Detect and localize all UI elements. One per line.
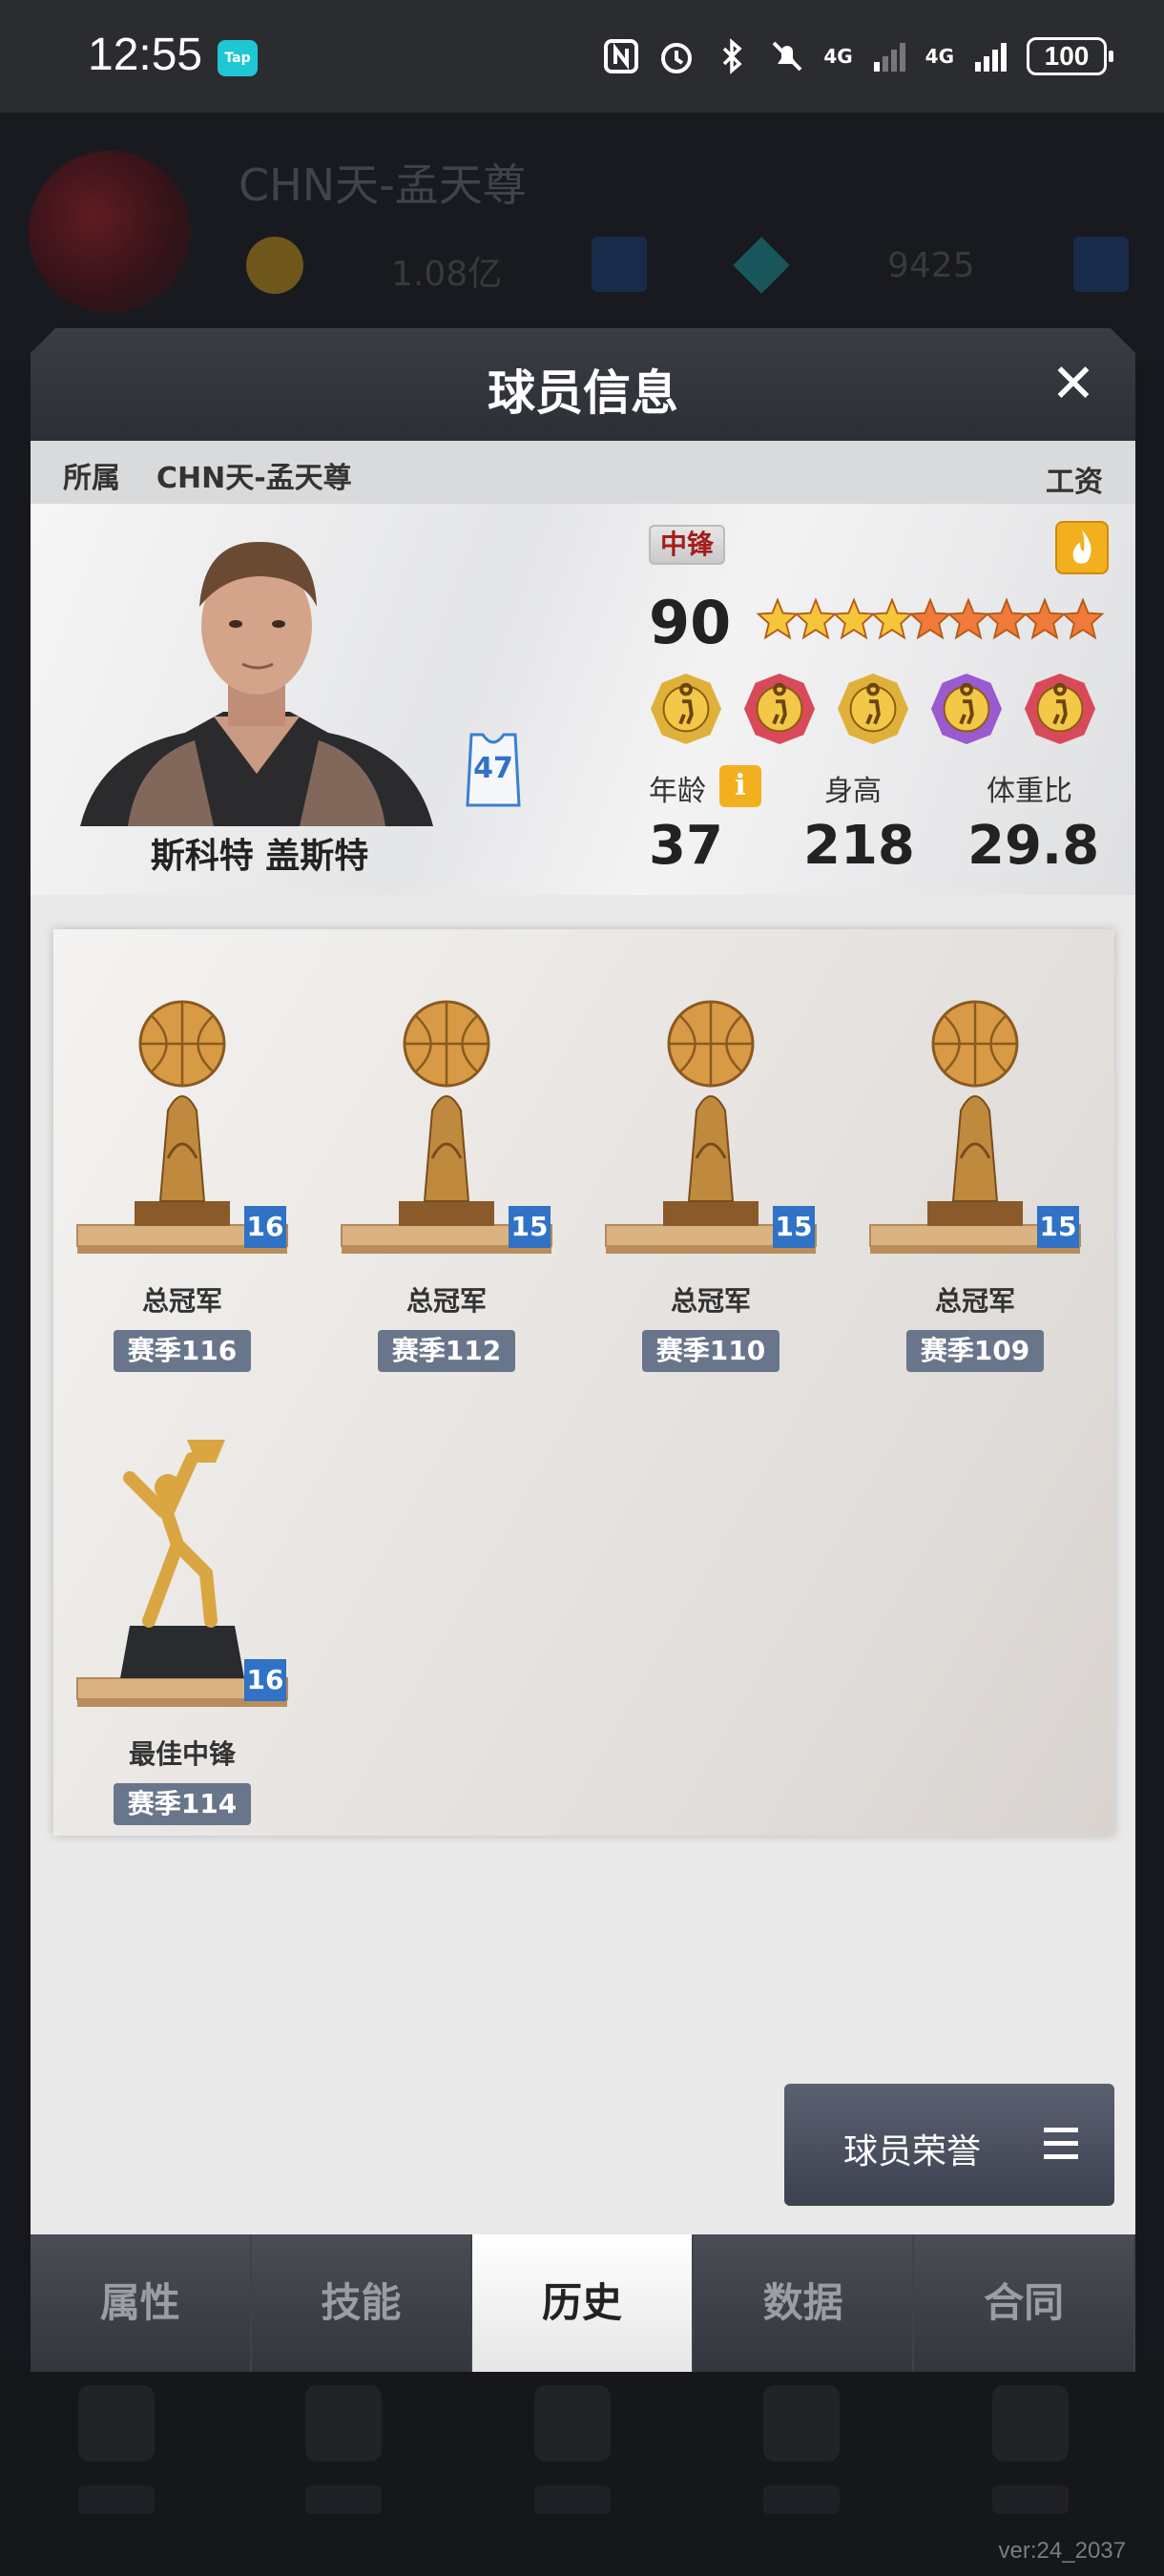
bg-nav-icon [992, 2385, 1069, 2462]
alarm-icon [661, 43, 693, 73]
bg-nav-label [305, 2485, 382, 2514]
trophy-season-tag: 赛季109 [906, 1330, 1044, 1372]
bg-nav-icon [78, 2385, 155, 2462]
trophy-title: 总冠军 [405, 1285, 487, 1317]
background-bottom-nav [0, 2366, 1164, 2576]
menu-icon [1044, 2128, 1078, 2160]
tap-app-icon: Tap [218, 40, 258, 76]
position-badge: 中锋 [649, 525, 726, 565]
trophy-title: 总冠军 [141, 1285, 222, 1317]
player-card: 斯科特 盖斯特 47 中锋 90 年龄 i 身高 体重比 37 218 29.8 [31, 504, 1135, 895]
overall-rating: 90 [649, 588, 732, 657]
player-honors-button[interactable]: 球员荣誉 [784, 2084, 1114, 2206]
background-team-name: CHN天-孟天尊 [239, 159, 527, 211]
skill-strength-icon[interactable] [929, 672, 1004, 746]
nfc-icon [604, 39, 639, 73]
status-icons: 4G 4G 100 [602, 32, 1113, 80]
skill-shoot-icon[interactable] [1023, 672, 1097, 746]
signal-weak-icon [873, 43, 905, 72]
bg-nav-icon [305, 2385, 382, 2462]
salary-label[interactable]: 工资 [1046, 458, 1103, 500]
owner-team: CHN天-孟天尊 [156, 462, 352, 495]
status-time: 12:55 [88, 30, 203, 80]
coin-value: 1.08亿 [391, 255, 503, 294]
trophy-item[interactable]: 15 总冠军赛季112 [337, 967, 556, 1387]
bluetooth-icon [723, 38, 742, 74]
jersey-number: 47 [473, 752, 513, 785]
network-4g-label-2: 4G [925, 45, 954, 68]
trophy-item[interactable]: 16 最佳中锋赛季114 [73, 1421, 292, 1840]
age-label: 年龄 [649, 775, 706, 808]
gem-icon [733, 237, 790, 294]
player-name: 斯科特 盖斯特 [150, 837, 369, 876]
trophy-season-tag: 赛季110 [642, 1330, 779, 1372]
trophy-season-tag: 赛季112 [378, 1330, 515, 1372]
skill-icons-row [649, 672, 1097, 746]
add-coin-button [592, 237, 647, 292]
tab-contract[interactable]: 合同 [914, 2234, 1135, 2372]
trophy-item[interactable]: 15 总冠军赛季110 [601, 967, 821, 1387]
bg-nav-label [763, 2485, 840, 2514]
tab-history[interactable]: 历史 [472, 2234, 694, 2372]
skill-post-icon[interactable] [649, 672, 723, 746]
signal-strong-icon [975, 43, 1007, 72]
bg-nav-label [992, 2485, 1069, 2514]
fire-icon[interactable] [1055, 521, 1109, 574]
trophy-title: 总冠军 [670, 1285, 751, 1317]
trophy-title: 最佳中锋 [128, 1738, 236, 1770]
tab-skills[interactable]: 技能 [252, 2234, 473, 2372]
tab-data[interactable]: 数据 [694, 2234, 915, 2372]
modal-body: 所属 CHN天-孟天尊 工资 斯科特 盖斯特 47 中锋 90 年龄 i 身高 … [31, 441, 1135, 2234]
trophy-count-badge: 15 [509, 1206, 551, 1248]
info-icon[interactable]: i [719, 765, 761, 807]
mute-icon [772, 41, 802, 72]
trophy-season-tag: 赛季114 [114, 1783, 251, 1825]
close-icon[interactable]: ✕ [1046, 357, 1101, 412]
player-portrait [80, 541, 433, 826]
modal-header: 球员信息 ✕ [31, 328, 1135, 441]
owner-label: 所属 [63, 462, 120, 495]
trophy-count-badge: 15 [1037, 1206, 1079, 1248]
weight-label: 体重比 [987, 775, 1072, 808]
skill-rebound-icon[interactable] [742, 672, 817, 746]
trophy-title: 总冠军 [934, 1285, 1015, 1317]
add-gem-button [1073, 237, 1129, 292]
modal-title: 球员信息 [488, 365, 678, 421]
trophy-item[interactable]: 16 总冠军赛季116 [73, 967, 292, 1387]
trophy-season-tag: 赛季116 [114, 1330, 251, 1372]
bg-nav-label [534, 2485, 611, 2514]
height-value: 218 [803, 815, 915, 877]
coin-icon [246, 237, 303, 294]
bg-nav-label [78, 2485, 155, 2514]
owner-bar: 所属 CHN天-孟天尊 工资 [31, 441, 1135, 504]
trophy-count-badge: 16 [244, 1206, 286, 1248]
background-team-header: CHN天-孟天尊 1.08亿 9425 [0, 113, 1164, 361]
honor-wall: 16 总冠军赛季116 15 总冠军赛季112 15 总冠军赛季110 15 总冠军赛季109… [53, 929, 1114, 1836]
tab-attributes[interactable]: 属性 [31, 2234, 252, 2372]
bg-nav-icon [534, 2385, 611, 2462]
star-rating [756, 595, 1105, 643]
team-logo [29, 151, 191, 313]
weight-value: 29.8 [967, 815, 1100, 877]
status-bar: 12:55 Tap 4G 4G 100 [0, 0, 1164, 113]
gem-value: 9425 [887, 246, 975, 285]
star-icon [1061, 597, 1105, 640]
trophy-item[interactable]: 15 总冠军赛季109 [865, 967, 1085, 1387]
player-info-modal: 球员信息 ✕ 所属 CHN天-孟天尊 工资 斯科特 盖斯特 47 中锋 90 年… [31, 328, 1135, 2372]
player-honors-label: 球员荣誉 [843, 2132, 982, 2171]
trophy-count-badge: 15 [773, 1206, 815, 1248]
bg-nav-icon [763, 2385, 840, 2462]
tab-bar: 属性 技能 历史 数据 合同 [31, 2234, 1135, 2372]
age-value: 37 [649, 815, 723, 877]
skill-speed-icon[interactable] [836, 672, 910, 746]
network-4g-label: 4G [823, 45, 853, 68]
jersey-number-badge: 47 [462, 731, 525, 809]
height-label: 身高 [824, 775, 882, 808]
version-label: ver:24_2037 [998, 2538, 1126, 2564]
trophy-count-badge: 16 [244, 1659, 286, 1701]
battery-indicator: 100 [1027, 37, 1113, 75]
